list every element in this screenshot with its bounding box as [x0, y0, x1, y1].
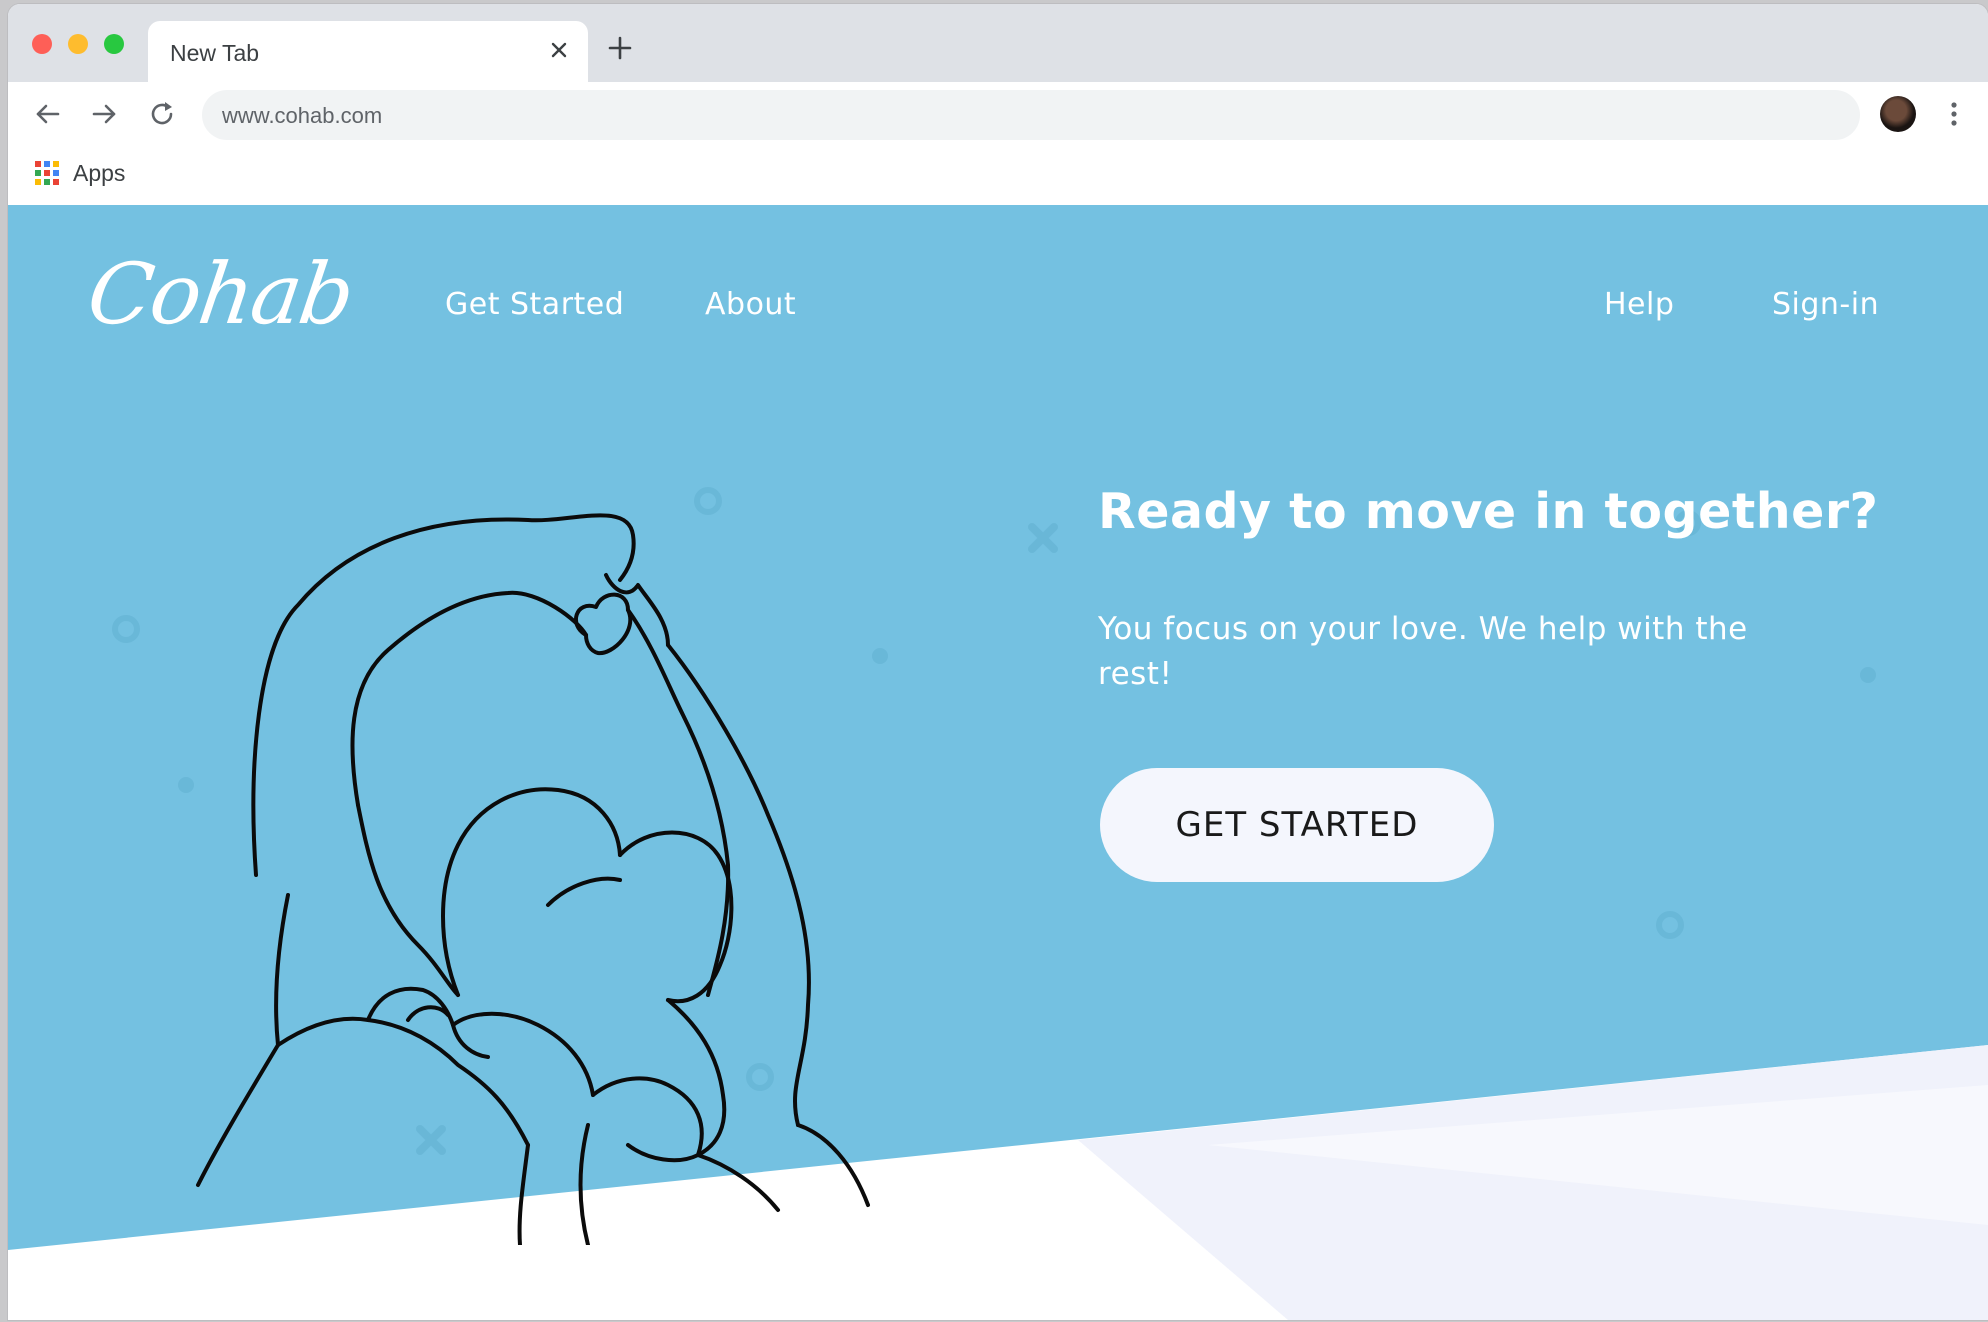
nav-sign-in[interactable]: Sign-in — [1772, 287, 1879, 322]
web-page: Cohab Get Started About Help Sign-in Rea… — [8, 205, 1988, 1320]
browser-tab[interactable]: New Tab — [148, 21, 588, 82]
plus-icon[interactable] — [606, 34, 634, 62]
bookmarks-bar: Apps — [8, 146, 1988, 202]
forward-arrow-icon[interactable] — [88, 98, 120, 130]
cohab-logo[interactable]: Cohab — [80, 245, 359, 355]
hero-headline: Ready to move in together? — [1098, 483, 1879, 540]
profile-avatar[interactable] — [1880, 96, 1916, 132]
maximize-window-button[interactable] — [104, 34, 124, 54]
close-window-button[interactable] — [32, 34, 52, 54]
tab-strip: New Tab — [8, 4, 1988, 82]
nav-get-started[interactable]: Get Started — [445, 287, 624, 322]
get-started-button[interactable]: GET STARTED — [1100, 768, 1494, 882]
nav-about[interactable]: About — [705, 287, 796, 322]
browser-toolbar — [8, 82, 1988, 146]
address-bar[interactable] — [202, 90, 1860, 142]
url-input[interactable] — [220, 90, 1824, 142]
tab-title: New Tab — [170, 40, 260, 66]
kebab-menu-icon[interactable] — [1944, 98, 1964, 130]
hero-subtext: You focus on your love. We help with the… — [1098, 611, 1748, 692]
minimize-window-button[interactable] — [68, 34, 88, 54]
apps-grid-icon[interactable] — [34, 160, 60, 186]
browser-window: New Tab www.cohab.com Apps Cohab Get Sta… — [8, 4, 1988, 1320]
nav-help[interactable]: Help — [1604, 287, 1674, 322]
apps-bookmark-label[interactable]: Apps — [73, 160, 125, 187]
back-arrow-icon[interactable] — [32, 98, 64, 130]
close-icon[interactable] — [544, 35, 574, 65]
couple-heart-illustration — [196, 513, 870, 1245]
reload-icon[interactable] — [146, 98, 178, 130]
